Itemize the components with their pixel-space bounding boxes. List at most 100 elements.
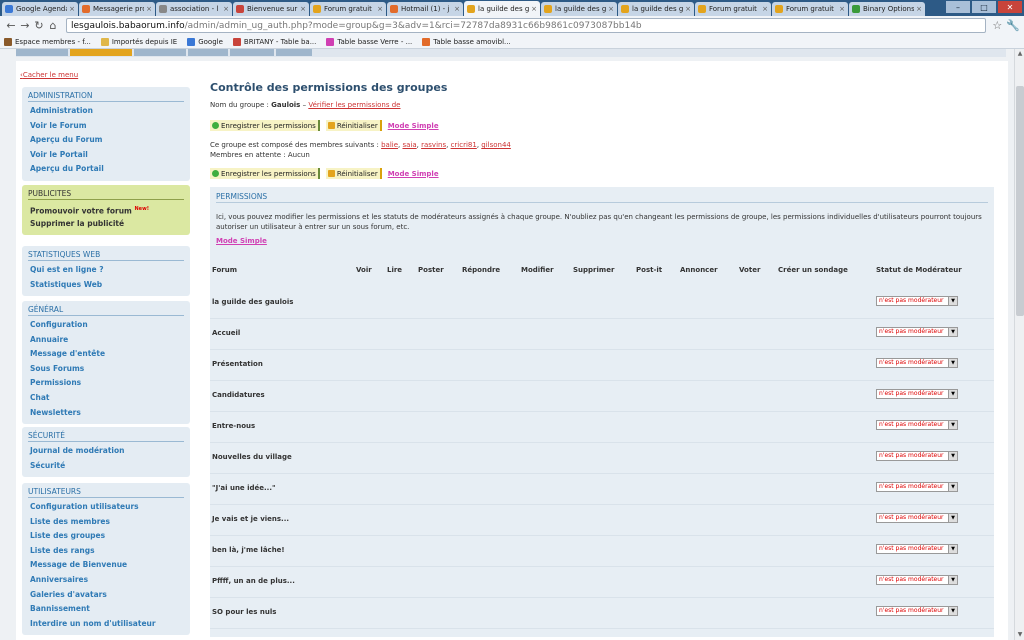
sidebar-item[interactable]: Permissions: [28, 376, 184, 391]
home-icon[interactable]: ⌂: [46, 19, 60, 32]
sidebar-item[interactable]: Promouvoir votre forum New!: [28, 202, 184, 217]
bookmark-item[interactable]: Google: [187, 37, 223, 46]
bookmark-item[interactable]: Importés depuis IE: [100, 37, 177, 46]
browser-tab[interactable]: Bienvenue sur ×: [233, 2, 309, 16]
vertical-scrollbar[interactable]: ▲ ▼: [1014, 49, 1024, 640]
save-permissions-button[interactable]: Enregistrer les permissions: [210, 120, 320, 131]
verify-permissions-link[interactable]: Vérifier les permissions de: [308, 101, 400, 109]
forward-icon[interactable]: →: [18, 19, 32, 32]
browser-tab[interactable]: association - l ×: [156, 2, 232, 16]
reset-button[interactable]: Réinitialiser: [325, 120, 382, 131]
sidebar-item[interactable]: Journal de modération: [28, 444, 184, 459]
sidebar-item[interactable]: Aperçu du Portail: [28, 162, 184, 177]
sidebar-item[interactable]: Supprimer la publicité: [28, 217, 184, 232]
sidebar-item[interactable]: Chat: [28, 391, 184, 406]
moderator-select[interactable]: n'est pas modérateur ▼: [876, 327, 958, 337]
browser-tab[interactable]: la guilde des g ×: [464, 1, 540, 16]
sidebar-item[interactable]: Voir le Forum: [28, 119, 184, 134]
scroll-down-icon[interactable]: ▼: [1015, 630, 1024, 640]
sidebar-item[interactable]: Galeries d'avatars: [28, 588, 184, 603]
minimize-icon[interactable]: –: [946, 1, 970, 13]
browser-tab[interactable]: Binary Options ×: [849, 2, 925, 16]
wrench-icon[interactable]: 🔧: [1006, 19, 1020, 32]
tab-close-icon[interactable]: ×: [839, 5, 845, 13]
moderator-select[interactable]: n'est pas modérateur ▼: [876, 482, 958, 492]
browser-tab[interactable]: la guilde des g ×: [618, 2, 694, 16]
save-permissions-button-2[interactable]: Enregistrer les permissions: [210, 168, 320, 179]
browser-tab[interactable]: Forum gratuit ×: [772, 2, 848, 16]
top-tab[interactable]: [276, 49, 312, 56]
sidebar-item[interactable]: Anniversaires: [28, 573, 184, 588]
top-tab[interactable]: [16, 49, 68, 56]
simple-mode-link[interactable]: Mode Simple: [388, 122, 439, 130]
member-link[interactable]: balie: [381, 141, 398, 149]
moderator-select[interactable]: n'est pas modérateur ▼: [876, 296, 958, 306]
top-tab[interactable]: [188, 49, 228, 56]
browser-tab[interactable]: Forum gratuit ×: [695, 2, 771, 16]
moderator-select[interactable]: n'est pas modérateur ▼: [876, 420, 958, 430]
browser-tab[interactable]: Hotmail (1) - j ×: [387, 2, 463, 16]
moderator-select[interactable]: n'est pas modérateur ▼: [876, 575, 958, 585]
sidebar-item[interactable]: Configuration: [28, 318, 184, 333]
sidebar-item[interactable]: Qui est en ligne ?: [28, 263, 184, 278]
bookmark-item[interactable]: Table basse Verre - ...: [326, 37, 412, 46]
scroll-up-icon[interactable]: ▲: [1015, 49, 1024, 59]
sidebar-item[interactable]: Aperçu du Forum: [28, 133, 184, 148]
sidebar-item[interactable]: Bannissement: [28, 602, 184, 617]
address-bar[interactable]: lesgaulois.babaorum.info/admin/admin_ug_…: [66, 18, 987, 33]
member-link[interactable]: saia: [402, 141, 416, 149]
sidebar-item[interactable]: Interdire un nom d'utilisateur: [28, 617, 184, 632]
maximize-icon[interactable]: □: [972, 1, 996, 13]
close-icon[interactable]: ✕: [998, 1, 1022, 13]
bookmark-item[interactable]: Espace membres - f...: [4, 37, 91, 46]
moderator-select[interactable]: n'est pas modérateur ▼: [876, 513, 958, 523]
tab-close-icon[interactable]: ×: [223, 5, 229, 13]
sidebar-item[interactable]: Message de Bienvenue: [28, 558, 184, 573]
simple-mode-link-2[interactable]: Mode Simple: [388, 170, 439, 178]
sidebar-item[interactable]: Sécurité: [28, 459, 184, 474]
hide-menu-link[interactable]: ‹Cacher le menu: [20, 71, 78, 79]
sidebar-item[interactable]: Liste des rangs: [28, 544, 184, 559]
sidebar-item[interactable]: Configuration utilisateurs: [28, 500, 184, 515]
browser-tab[interactable]: Messagerie pro ×: [79, 2, 155, 16]
member-link[interactable]: rasvins: [421, 141, 446, 149]
tab-close-icon[interactable]: ×: [69, 5, 75, 13]
moderator-select[interactable]: n'est pas modérateur ▼: [876, 358, 958, 368]
tab-close-icon[interactable]: ×: [146, 5, 152, 13]
reset-button-2[interactable]: Réinitialiser: [325, 168, 382, 179]
browser-tab[interactable]: Forum gratuit ×: [310, 2, 386, 16]
sidebar-item[interactable]: Message d'entête: [28, 347, 184, 362]
moderator-select[interactable]: n'est pas modérateur ▼: [876, 451, 958, 461]
moderator-select[interactable]: n'est pas modérateur ▼: [876, 389, 958, 399]
tab-close-icon[interactable]: ×: [454, 5, 460, 13]
bookmark-item[interactable]: Table basse amovibl...: [422, 37, 511, 46]
tab-close-icon[interactable]: ×: [685, 5, 691, 13]
tab-close-icon[interactable]: ×: [762, 5, 768, 13]
tab-close-icon[interactable]: ×: [608, 5, 614, 13]
member-link[interactable]: gilson44: [481, 141, 511, 149]
sidebar-item[interactable]: Statistiques Web: [28, 278, 184, 293]
bookmark-star-icon[interactable]: ☆: [992, 19, 1002, 32]
sidebar-item[interactable]: Liste des groupes: [28, 529, 184, 544]
browser-tab[interactable]: Google Agenda ×: [2, 2, 78, 16]
moderator-select[interactable]: n'est pas modérateur ▼: [876, 544, 958, 554]
sidebar-item[interactable]: Administration: [28, 104, 184, 119]
sidebar-item[interactable]: Newsletters: [28, 406, 184, 421]
moderator-select[interactable]: n'est pas modérateur ▼: [876, 606, 958, 616]
sidebar-item[interactable]: Voir le Portail: [28, 148, 184, 163]
scroll-thumb[interactable]: [1016, 86, 1024, 316]
back-icon[interactable]: ←: [4, 19, 18, 32]
bookmark-item[interactable]: BRITANY - Table ba...: [232, 37, 316, 46]
sidebar-item[interactable]: Liste des membres: [28, 515, 184, 530]
simple-mode-link-3[interactable]: Mode Simple: [216, 237, 267, 245]
sidebar-item[interactable]: Sous Forums: [28, 362, 184, 377]
reload-icon[interactable]: ↻: [32, 19, 46, 32]
top-tab[interactable]: [134, 49, 186, 56]
member-link[interactable]: cricri81: [451, 141, 477, 149]
tab-close-icon[interactable]: ×: [916, 5, 922, 13]
top-tab-active[interactable]: [70, 49, 132, 56]
browser-tab[interactable]: la guilde des g ×: [541, 2, 617, 16]
top-tab[interactable]: [230, 49, 274, 56]
tab-close-icon[interactable]: ×: [531, 5, 537, 13]
tab-close-icon[interactable]: ×: [377, 5, 383, 13]
